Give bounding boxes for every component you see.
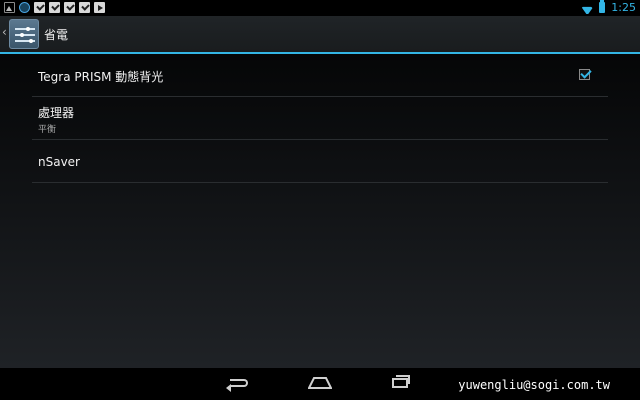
battery-icon: [599, 0, 606, 13]
action-bar: ‹ 省電: [0, 16, 640, 54]
pref-title: Tegra PRISM 動態背光: [38, 70, 164, 84]
preference-list: Tegra PRISM 動態背光 處理器 平衡 nSaver: [0, 54, 640, 368]
globe-icon: [19, 2, 30, 13]
status-clock: 1:25: [611, 1, 636, 14]
recents-button[interactable]: [380, 374, 420, 394]
pref-nsaver[interactable]: nSaver: [32, 140, 608, 183]
wifi-icon: [581, 2, 593, 14]
notification-icons: [4, 2, 105, 13]
pref-title: nSaver: [38, 155, 80, 169]
gallery-icon: [4, 2, 15, 13]
pref-processor[interactable]: 處理器 平衡: [32, 97, 608, 140]
home-button[interactable]: [300, 374, 340, 394]
play-store-icon: [94, 2, 105, 13]
pref-summary: 平衡: [38, 125, 57, 135]
pref-title: 處理器: [38, 106, 75, 120]
back-button[interactable]: [220, 374, 260, 394]
check-icon: [49, 2, 60, 13]
prism-backlight-checkbox[interactable]: [579, 69, 590, 80]
chevron-left-icon[interactable]: ‹: [2, 25, 7, 39]
watermark: yuwengliu@sogi.com.tw: [458, 378, 610, 392]
check-icon: [34, 2, 45, 13]
check-icon: [64, 2, 75, 13]
navigation-bar: yuwengliu@sogi.com.tw: [0, 368, 640, 400]
settings-sliders-icon[interactable]: [9, 19, 39, 49]
home-icon: [308, 377, 332, 389]
back-icon: [226, 379, 248, 392]
pref-prism-backlight[interactable]: Tegra PRISM 動態背光: [32, 54, 608, 97]
page-title: 省電: [44, 28, 69, 42]
check-icon: [79, 2, 90, 13]
status-bar: 1:25: [0, 0, 640, 16]
